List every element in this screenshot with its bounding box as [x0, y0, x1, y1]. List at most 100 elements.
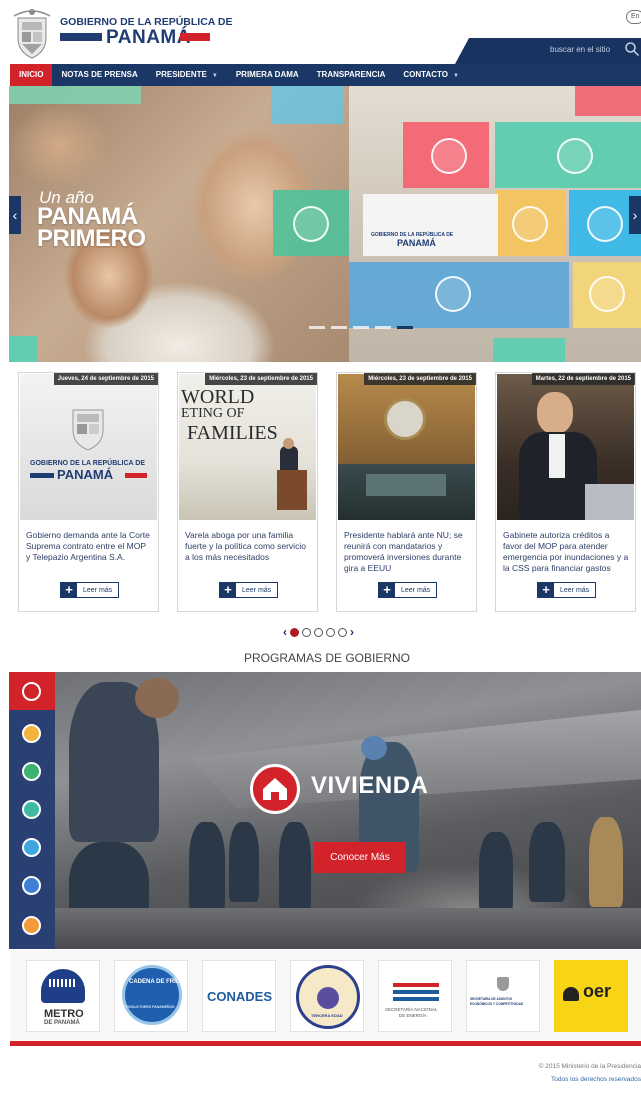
- flag-stripe-red: [180, 33, 210, 41]
- plus-icon: +: [538, 583, 554, 597]
- plus-icon: +: [61, 583, 77, 597]
- search-icon[interactable]: [624, 41, 640, 57]
- color-tile: [271, 86, 343, 124]
- coat-of-arms-icon: [72, 409, 104, 451]
- bag-icon[interactable]: [22, 724, 41, 743]
- home-icon[interactable]: [22, 682, 41, 701]
- coat-of-arms-icon[interactable]: [12, 6, 52, 60]
- news-headline[interactable]: Presidente hablará ante NU; se reunirá c…: [344, 530, 470, 574]
- pager-dot[interactable]: [326, 627, 335, 637]
- news-pager: ‹ ›: [283, 626, 354, 638]
- program-icon-rail: [9, 672, 55, 949]
- cadena-de-frio-logo[interactable]: CADENA DE FRÍO PRODUCTORES PANAMEÑOS: [114, 960, 188, 1032]
- news-date: Martes, 22 de septiembre de 2015: [531, 373, 635, 385]
- nav-primera-dama[interactable]: PRIMERA DAMA: [227, 64, 308, 86]
- chevron-right-icon: ›: [632, 207, 638, 223]
- nav-notas-de-prensa[interactable]: NOTAS DE PRENSA: [52, 64, 146, 86]
- slide-dot[interactable]: [375, 326, 391, 329]
- news-date: Jueves, 24 de septiembre de 2015: [53, 373, 158, 385]
- programs-banner: [9, 672, 641, 949]
- hero-pagination: [309, 326, 413, 329]
- slide-dot-active[interactable]: [397, 326, 413, 329]
- news-card[interactable]: Miércoles, 23 de septiembre de 2015 Pres…: [336, 372, 477, 612]
- news-image: [338, 374, 475, 520]
- slide-dot[interactable]: [353, 326, 369, 329]
- water-icon[interactable]: [22, 838, 41, 857]
- pager-dot[interactable]: [338, 627, 347, 637]
- main-nav: INICIO NOTAS DE PRENSA PRESIDENTE ▼ PRIME…: [10, 64, 641, 86]
- secretaria-economicos-logo[interactable]: SECRETARÍA DE ASUNTOS ECONÓMICOS Y COMPE…: [466, 960, 540, 1032]
- chevron-left-icon[interactable]: ‹: [283, 626, 287, 638]
- nav-inicio[interactable]: INICIO: [10, 64, 53, 86]
- news-image: WORLD ETING OF FAMILIES: [179, 374, 316, 520]
- color-tile: [575, 86, 641, 116]
- gov-title-line2: PANAMÁ: [106, 27, 191, 48]
- site-footer: [10, 1046, 641, 1110]
- news-headline[interactable]: Gabinete autoriza créditos a favor del M…: [503, 530, 629, 574]
- slide-dot[interactable]: [331, 326, 347, 329]
- color-tile: [493, 338, 565, 362]
- pager-dot[interactable]: [302, 627, 311, 637]
- phone-icon[interactable]: [22, 916, 41, 935]
- shield-icon[interactable]: [22, 876, 41, 895]
- news-date: Miércoles, 23 de septiembre de 2015: [205, 373, 317, 385]
- search-bar[interactable]: [455, 38, 641, 64]
- programs-title: PROGRAMAS DE GOBIERNO: [243, 651, 411, 665]
- news-headline[interactable]: Varela aboga por una familia fuerte y la…: [185, 530, 311, 563]
- news-date: Miércoles, 23 de septiembre de 2015: [364, 373, 476, 385]
- nav-transparencia[interactable]: TRANSPARENCIA: [308, 64, 395, 86]
- home-icon: [431, 138, 467, 174]
- chevron-right-icon[interactable]: ›: [350, 626, 354, 638]
- news-image: [497, 374, 634, 520]
- bag-icon: [589, 276, 625, 312]
- color-tile: [9, 86, 141, 104]
- water-icon: [587, 206, 623, 242]
- plus-icon: +: [220, 583, 236, 597]
- flag-stripe-blue: [60, 33, 102, 41]
- un-emblem-icon: [384, 398, 426, 440]
- gov-seal-card-title: PANAMÁ: [397, 238, 436, 248]
- tercera-edad-logo[interactable]: TERCERA EDAD: [290, 960, 364, 1032]
- metro-logo[interactable]: METRO DE PANAMÁ: [26, 960, 100, 1032]
- book-icon[interactable]: [22, 762, 41, 781]
- color-tile: [9, 336, 37, 362]
- pager-dot[interactable]: [314, 627, 323, 637]
- home-icon: [250, 764, 300, 814]
- read-more-button[interactable]: + Leer más: [219, 582, 279, 598]
- learn-more-button[interactable]: Conocer Más: [314, 842, 406, 873]
- nav-contacto[interactable]: CONTACTO ▼: [394, 64, 468, 86]
- conades-logo[interactable]: CONADES: [202, 960, 276, 1032]
- language-toggle[interactable]: En: [626, 10, 641, 24]
- nav-presidente[interactable]: PRESIDENTE ▼: [147, 64, 227, 86]
- hero-prev-button[interactable]: ‹: [9, 196, 21, 234]
- news-card[interactable]: WORLD ETING OF FAMILIES Miércoles, 23 de…: [177, 372, 318, 612]
- secretaria-energia-logo[interactable]: SECRETARÍA NACIONAL DE ENERGÍA: [378, 960, 452, 1032]
- read-more-button[interactable]: + Leer más: [378, 582, 438, 598]
- news-image: GOBIERNO DE LA REPÚBLICA DE PANAMÁ: [20, 374, 157, 520]
- phone-icon: [512, 206, 548, 242]
- news-carousel: GOBIERNO DE LA REPÚBLICA DE PANAMÁ Jueve…: [18, 372, 638, 612]
- pager-dot-active[interactable]: [290, 627, 299, 637]
- family-icon: [557, 138, 593, 174]
- read-more-button[interactable]: + Leer más: [537, 582, 597, 598]
- read-more-button[interactable]: + Leer más: [60, 582, 120, 598]
- family-icon[interactable]: [22, 800, 41, 819]
- slide-dot[interactable]: [309, 326, 325, 329]
- news-headline[interactable]: Gobierno demanda ante la Corte Suprema c…: [26, 530, 152, 563]
- program-title: VIVIENDA: [311, 772, 429, 799]
- chevron-down-icon: ▼: [211, 73, 218, 79]
- hero-slider[interactable]: GOBIERNO DE LA REPÚBLICA DE PANAMÁ Un añ…: [9, 86, 641, 362]
- hero-title-line2: PRIMERO: [37, 225, 146, 252]
- copyright-text: © 2015 Ministerio de la Presidencia: [538, 1063, 641, 1070]
- chevron-left-icon: ‹: [12, 207, 18, 223]
- rights-link[interactable]: Todos los derechos reservados: [551, 1076, 641, 1083]
- search-input[interactable]: buscar en el sitio: [550, 45, 610, 54]
- news-card[interactable]: Martes, 22 de septiembre de 2015 Gabinet…: [495, 372, 636, 612]
- hero-next-button[interactable]: ›: [629, 196, 641, 234]
- news-card[interactable]: GOBIERNO DE LA REPÚBLICA DE PANAMÁ Jueve…: [18, 372, 159, 612]
- site-header: GOBIERNO DE LA REPÚBLICA DE PANAMÁ En bu…: [0, 0, 641, 64]
- book-icon: [293, 206, 329, 242]
- oer-logo[interactable]: oer: [554, 960, 628, 1032]
- chevron-down-icon: ▼: [453, 73, 459, 79]
- plus-icon: +: [379, 583, 395, 597]
